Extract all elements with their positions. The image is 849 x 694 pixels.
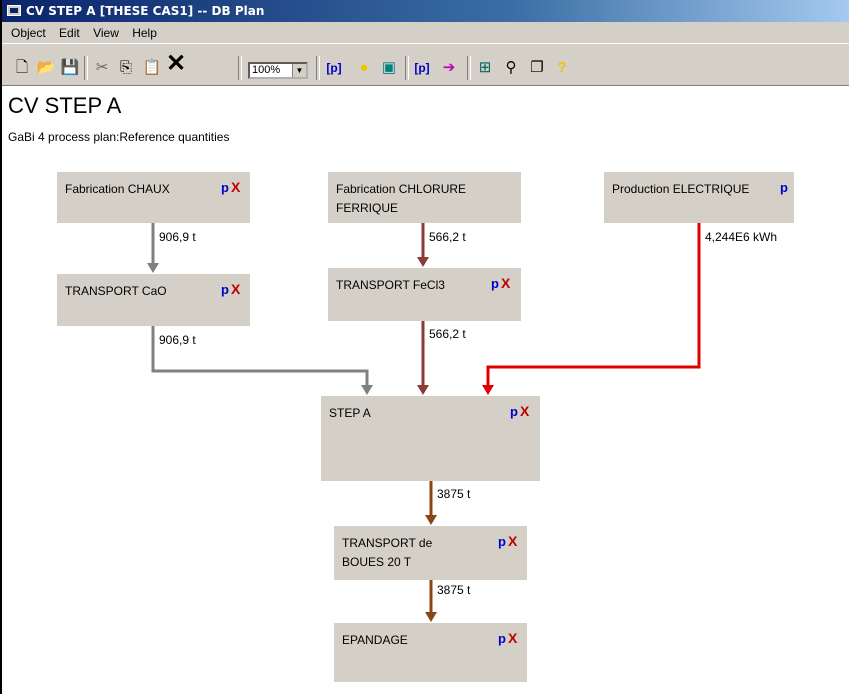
process-epandage[interactable]: EPANDAGE p X — [334, 623, 527, 682]
plan-icon[interactable]: [p] — [412, 58, 432, 78]
process-icon[interactable]: [p] — [324, 58, 344, 78]
flow-label-chlorure-fecl3: 566,2 t — [429, 230, 466, 244]
zoom-icon[interactable]: ⊞ — [475, 58, 495, 78]
zoom-select[interactable]: 100% ▼ — [248, 62, 308, 79]
delete-process-icon[interactable]: X — [520, 403, 529, 419]
delete-process-icon[interactable]: X — [508, 533, 517, 549]
search-icon[interactable]: ⚲ — [501, 58, 521, 78]
delete-process-icon[interactable]: X — [508, 630, 517, 646]
toolbar: 🗋 📂 💾 ✂ ⎘ 📋 ✕ 100% ▼ [p] ● ▣ [p] ➔ ⊞ ⚲ ❐… — [2, 44, 849, 86]
flow-label-fecl3-step: 566,2 t — [429, 327, 466, 341]
cut-icon[interactable]: ✂ — [92, 58, 112, 78]
process-step-a[interactable]: STEP A p X — [321, 396, 540, 481]
process-p-icon[interactable]: p — [491, 276, 499, 291]
flow-label-chaux-cao: 906,9 t — [159, 230, 196, 244]
process-p-icon[interactable]: p — [780, 180, 788, 195]
process-name-line-2: FERRIQUE — [336, 201, 399, 215]
chevron-down-icon[interactable]: ▼ — [292, 64, 306, 77]
toolbar-separator — [238, 56, 242, 80]
help-icon[interactable]: ? — [552, 58, 572, 78]
process-p-icon[interactable]: p — [498, 631, 506, 646]
process-name: Production ELECTRIQUE — [612, 182, 750, 196]
flow-label-step-boues: 3875 t — [437, 487, 471, 501]
process-name: TRANSPORT CaO — [65, 284, 167, 298]
flow-label-cao-step: 906,9 t — [159, 333, 196, 347]
process-transport-fecl3[interactable]: TRANSPORT FeCl3 p X — [328, 268, 521, 321]
menu-help[interactable]: Help — [127, 22, 162, 44]
delete-process-icon[interactable]: X — [501, 275, 510, 291]
process-name: TRANSPORT FeCl3 — [336, 278, 445, 292]
plan-canvas[interactable]: CV STEP A GaBi 4 process plan:Reference … — [2, 86, 849, 694]
flow-chaux-cao[interactable] — [147, 223, 159, 273]
menu-edit[interactable]: Edit — [54, 22, 85, 44]
delete-process-icon[interactable]: X — [231, 179, 240, 195]
app-window: CV STEP A [THESE CAS1] -- DB Plan Object… — [0, 0, 849, 694]
toolbar-separator — [405, 56, 409, 80]
process-p-icon[interactable]: p — [221, 282, 229, 297]
flow-label-elec-step: 4,244E6 kWh — [705, 230, 778, 244]
zoom-value: 100% — [252, 64, 281, 76]
app-icon[interactable] — [7, 5, 21, 16]
process-production-electrique[interactable]: Production ELECTRIQUE p — [604, 172, 794, 223]
process-transport-boues[interactable]: TRANSPORT de BOUES 20 T p X — [334, 526, 527, 580]
process-p-icon[interactable]: p — [510, 404, 518, 419]
title-bar[interactable]: CV STEP A [THESE CAS1] -- DB Plan — [2, 0, 849, 22]
delete-icon[interactable]: ✕ — [166, 52, 186, 76]
process-name: EPANDAGE — [342, 633, 408, 647]
flow-label-boues-epandage: 3875 t — [437, 583, 471, 597]
process-name-line-2: BOUES 20 T — [342, 555, 412, 569]
open-folder-icon[interactable]: 📂 — [36, 58, 56, 78]
menu-view[interactable]: View — [88, 22, 124, 44]
process-p-icon[interactable]: p — [221, 180, 229, 195]
process-name-line-1: Fabrication CHLORURE — [336, 182, 467, 196]
process-p-icon[interactable]: p — [498, 534, 506, 549]
process-fabrication-chaux[interactable]: Fabrication CHAUX p X — [57, 172, 250, 223]
toolbar-separator — [84, 56, 88, 80]
new-document-icon[interactable]: 🗋 — [12, 58, 32, 78]
menu-object[interactable]: Object — [6, 22, 51, 44]
arrow-icon[interactable]: ➔ — [439, 58, 459, 78]
flow-chlorure-fecl3[interactable] — [417, 223, 429, 267]
paste-icon[interactable]: 📋 — [142, 58, 162, 78]
window-title: CV STEP A [THESE CAS1] -- DB Plan — [26, 4, 265, 18]
flow-fecl3-step[interactable] — [417, 321, 429, 395]
process-name: Fabrication CHAUX — [65, 182, 170, 196]
process-transport-cao[interactable]: TRANSPORT CaO p X — [57, 274, 250, 326]
menu-bar: Object Edit View Help — [2, 22, 849, 44]
delete-process-icon[interactable]: X — [231, 281, 240, 297]
windows-icon[interactable]: ❐ — [527, 58, 547, 78]
flow-step-boues[interactable] — [425, 481, 437, 525]
process-name: STEP A — [329, 406, 371, 420]
flow-boues-epandage[interactable] — [425, 580, 437, 622]
process-name-line-1: TRANSPORT de — [342, 536, 433, 550]
flow-icon[interactable]: ▣ — [379, 58, 399, 78]
toolbar-separator — [467, 56, 471, 80]
copy-icon[interactable]: ⎘ — [116, 58, 136, 78]
toolbar-separator — [316, 56, 320, 80]
process-fabrication-chlorure[interactable]: Fabrication CHLORURE FERRIQUE — [328, 172, 521, 223]
save-icon[interactable]: 💾 — [60, 58, 80, 78]
lightbulb-icon[interactable]: ● — [354, 58, 374, 78]
